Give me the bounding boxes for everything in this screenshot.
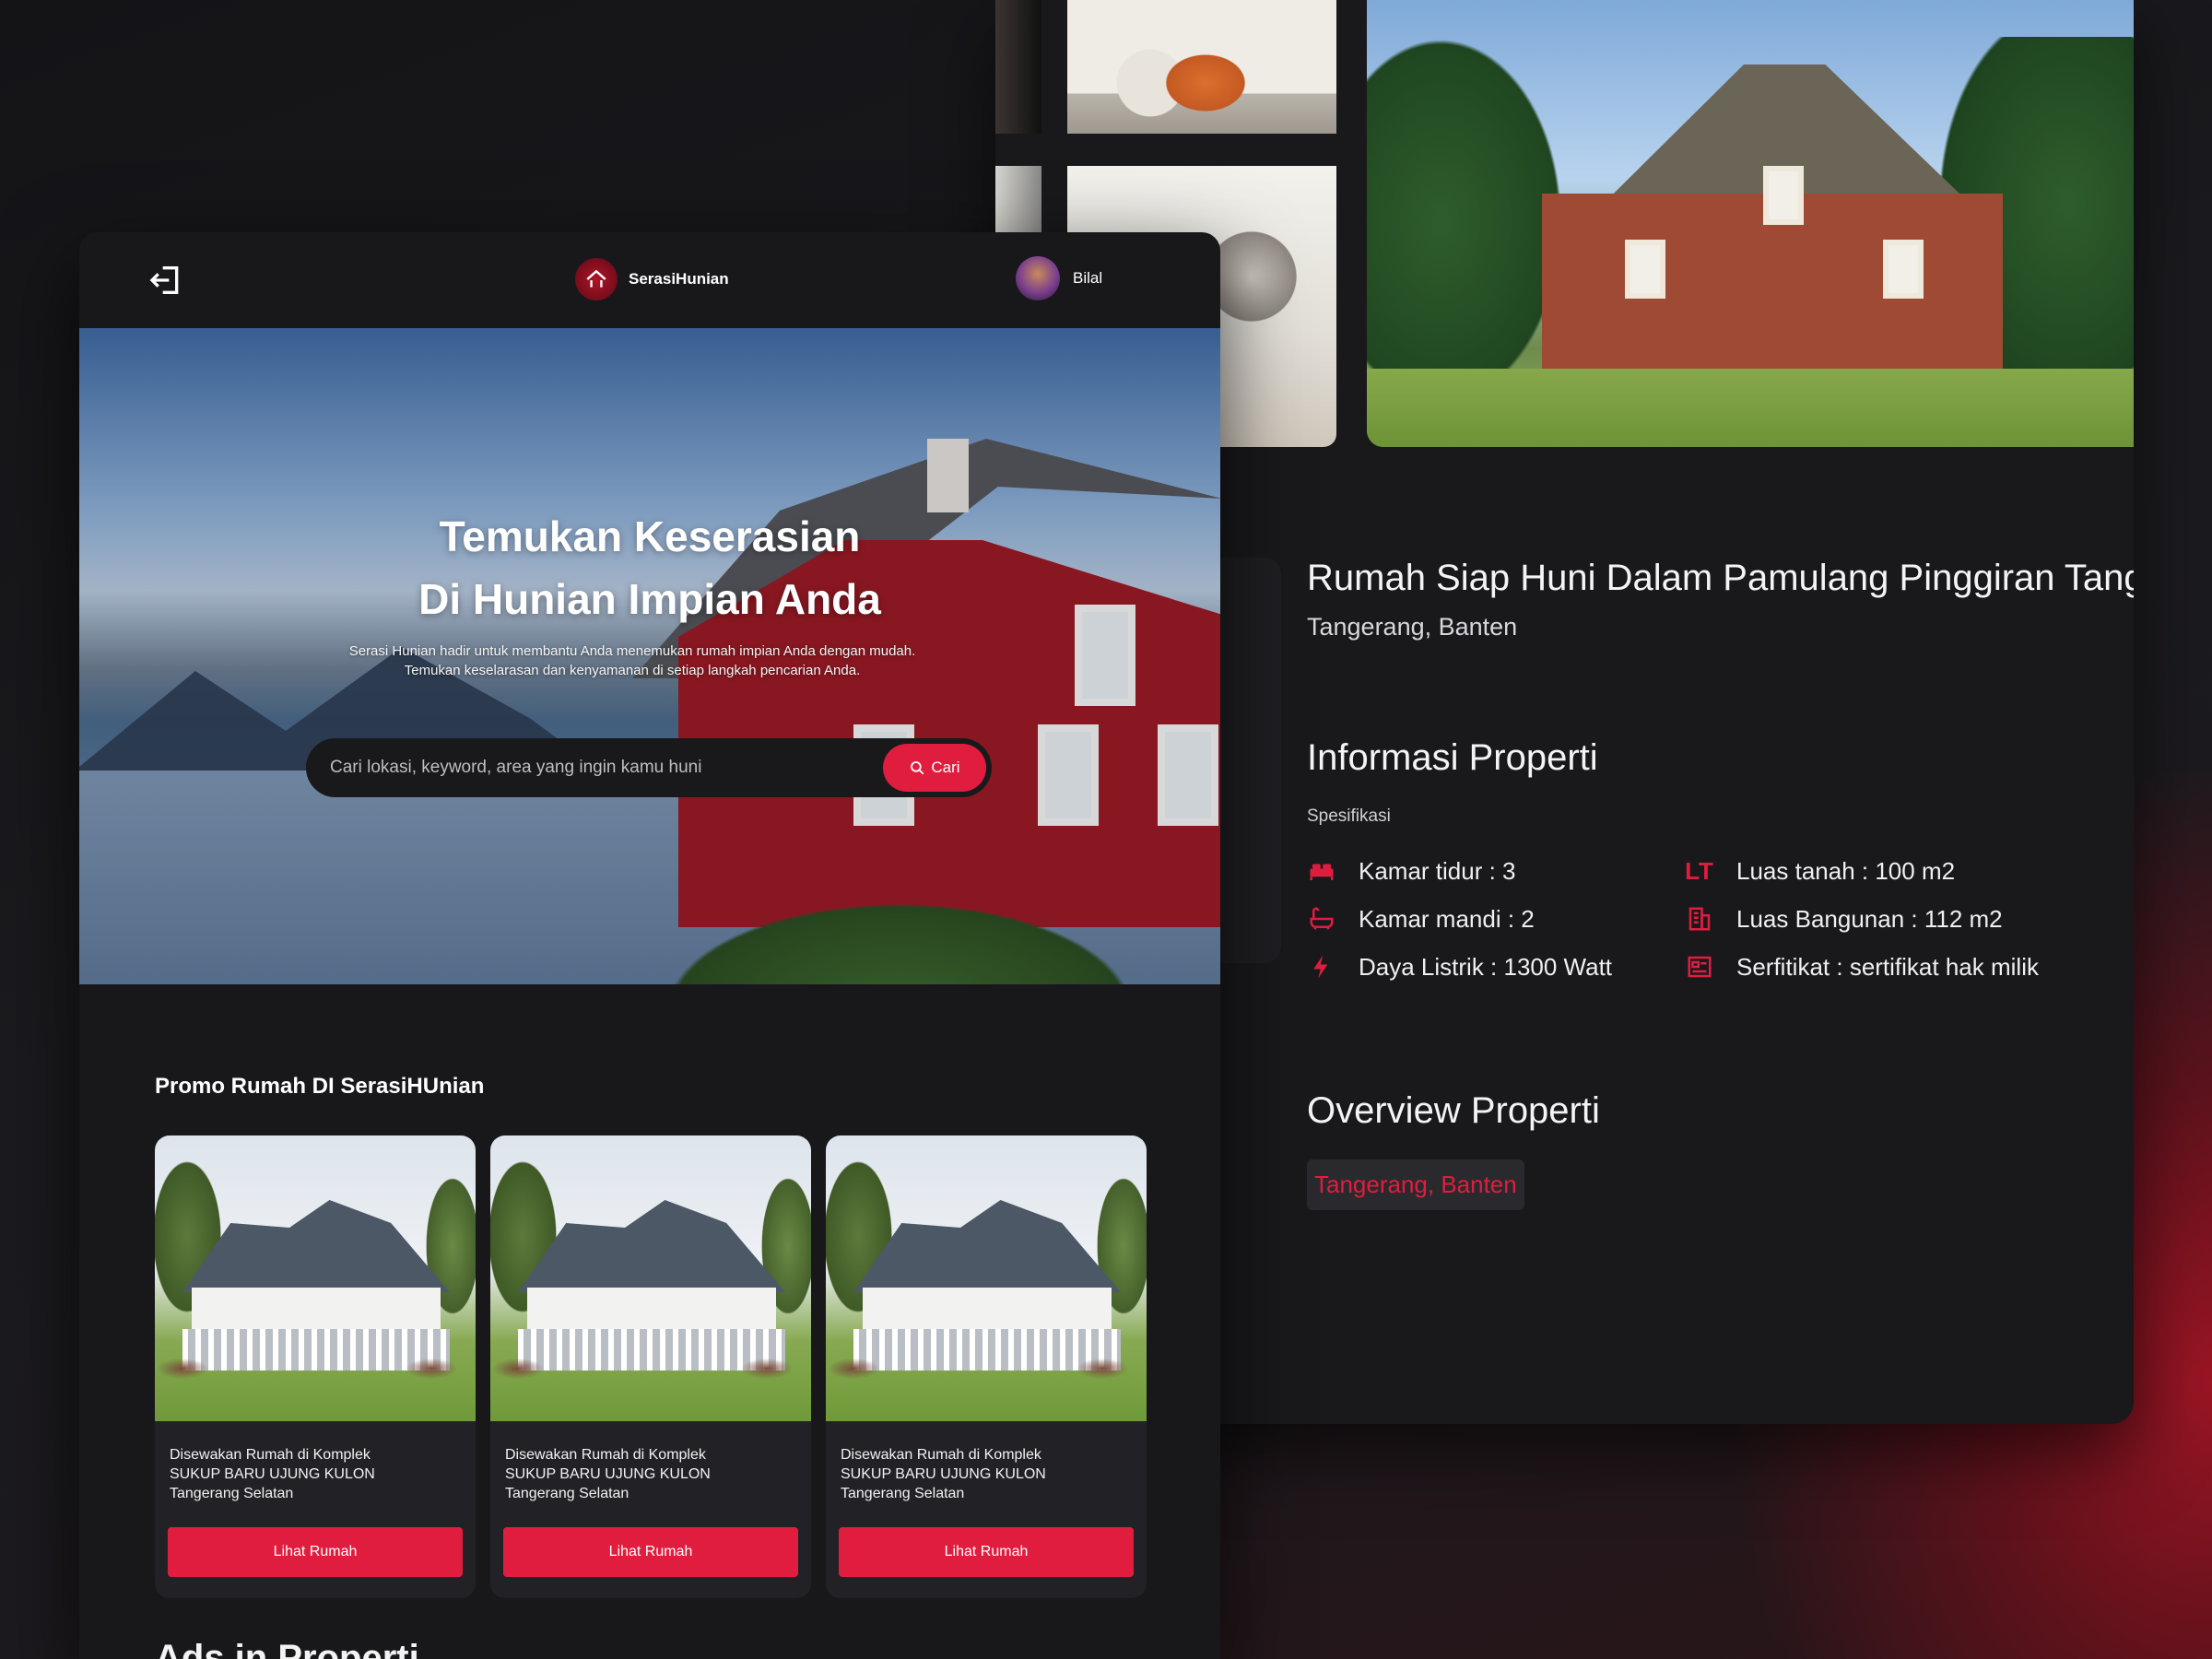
- brand-logo[interactable]: SerasiHunian: [575, 258, 729, 300]
- building-icon: [1685, 904, 1714, 934]
- overview-heading: Overview Properti: [1307, 1090, 1600, 1131]
- search-input[interactable]: [330, 758, 883, 778]
- spec-item-bathroom: Kamar mandi : 2: [1307, 905, 1685, 933]
- spec-item-land-area: LT Luas tanah : 100 m2: [1685, 857, 2100, 885]
- lightning-icon: [1307, 952, 1336, 982]
- view-house-button[interactable]: Lihat Rumah: [503, 1527, 798, 1577]
- promo-card-list: Disewakan Rumah di Komplek SUKUP BARU UJ…: [155, 1135, 1147, 1598]
- hero-title: Temukan Keserasian Di Hunian Impian Anda: [418, 512, 881, 623]
- property-main-photo[interactable]: [1367, 0, 2134, 447]
- promo-section-title: Promo Rumah DI SerasiHUnian: [155, 1074, 485, 1099]
- info-heading: Informasi Properti: [1307, 737, 1598, 778]
- spec-item-certificate: Serfitikat : sertifikat hak milik: [1685, 953, 2100, 981]
- gallery-living-room-photo[interactable]: [1067, 0, 1336, 134]
- home-page-panel: SerasiHunian Bilal Temukan Keserasian Di…: [79, 232, 1220, 1659]
- spec-item-bedroom: Kamar tidur : 3: [1307, 857, 1685, 885]
- spec-grid: Kamar tidur : 3 LT Luas tanah : 100 m2 K…: [1307, 857, 2100, 981]
- card-description: Disewakan Rumah di Komplek SUKUP BARU UJ…: [505, 1447, 711, 1501]
- hero-subtitle: Serasi Hunian hadir untuk membantu Anda …: [348, 643, 916, 678]
- card-description: Disewakan Rumah di Komplek SUKUP BARU UJ…: [841, 1447, 1046, 1501]
- promo-card: Disewakan Rumah di Komplek SUKUP BARU UJ…: [155, 1135, 476, 1598]
- spec-text: Kamar tidur : 3: [1359, 856, 1516, 885]
- property-location: Tangerang, Banten: [1307, 613, 1518, 641]
- spec-text: Serfitikat : sertifikat hak milik: [1736, 952, 2039, 981]
- spec-item-building-area: Luas Bangunan : 112 m2: [1685, 905, 2100, 933]
- search-icon: [911, 761, 924, 775]
- land-area-icon: LT: [1685, 856, 1714, 885]
- top-navbar: SerasiHunian Bilal: [79, 232, 1220, 328]
- spec-item-electricity: Daya Listrik : 1300 Watt: [1307, 953, 1685, 981]
- house-photo[interactable]: [155, 1135, 476, 1421]
- bed-icon: [1307, 856, 1336, 886]
- promo-card: Disewakan Rumah di Komplek SUKUP BARU UJ…: [826, 1135, 1147, 1598]
- search-bar: Cari: [306, 738, 992, 797]
- user-menu[interactable]: Bilal: [1016, 256, 1102, 300]
- brand-name: SerasiHunian: [629, 270, 729, 288]
- search-button[interactable]: Cari: [883, 744, 986, 792]
- location-tag[interactable]: Tangerang, Banten: [1307, 1159, 1524, 1210]
- house-photo[interactable]: [490, 1135, 811, 1421]
- spec-text: Luas Bangunan : 112 m2: [1736, 904, 2003, 933]
- spec-text: Daya Listrik : 1300 Watt: [1359, 952, 1613, 981]
- spec-label: Spesifikasi: [1307, 806, 1391, 826]
- view-house-button[interactable]: Lihat Rumah: [168, 1527, 463, 1577]
- property-title: Rumah Siap Huni Dalam Pamulang Pinggiran…: [1307, 558, 2134, 598]
- spec-text: Luas tanah : 100 m2: [1736, 856, 1956, 885]
- certificate-icon: [1685, 952, 1714, 982]
- bathtub-icon: [1307, 904, 1336, 934]
- view-house-button[interactable]: Lihat Rumah: [839, 1527, 1134, 1577]
- hero-banner: Temukan Keserasian Di Hunian Impian Anda…: [79, 328, 1220, 984]
- logout-icon[interactable]: [147, 262, 184, 299]
- card-description: Disewakan Rumah di Komplek SUKUP BARU UJ…: [170, 1447, 375, 1501]
- user-name: Bilal: [1073, 269, 1103, 287]
- next-section-title: Ads in Properti: [155, 1638, 419, 1659]
- house-photo[interactable]: [826, 1135, 1147, 1421]
- avatar: [1016, 256, 1060, 300]
- gallery-thumbnail[interactable]: [995, 0, 1041, 134]
- house-logo-icon: [575, 258, 618, 300]
- spec-text: Kamar mandi : 2: [1359, 904, 1535, 933]
- promo-card: Disewakan Rumah di Komplek SUKUP BARU UJ…: [490, 1135, 811, 1598]
